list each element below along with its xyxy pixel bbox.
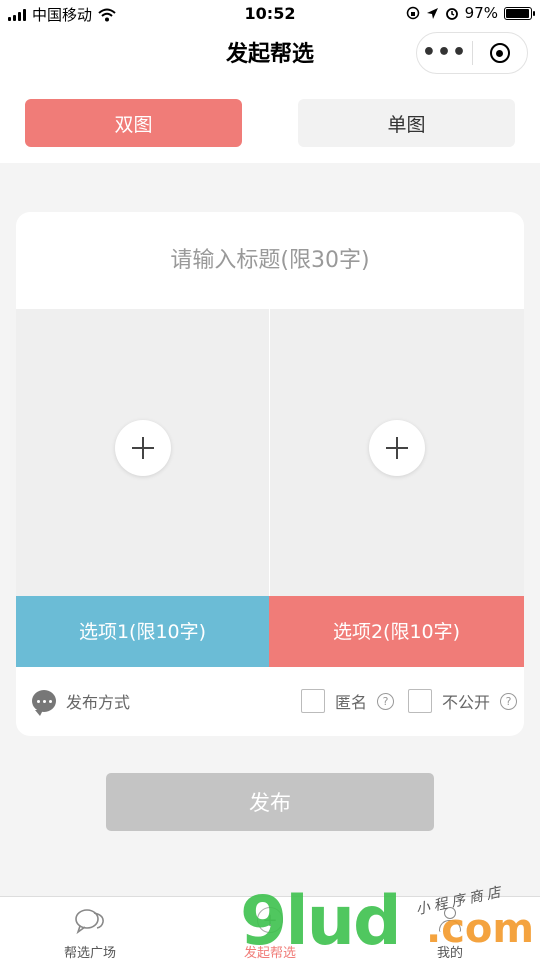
status-bar: 中国移动 10:52 97%: [0, 0, 540, 28]
add-image-right-button[interactable]: [369, 420, 425, 476]
title-input[interactable]: [16, 212, 524, 309]
publish-method-button[interactable]: 发布方式: [32, 689, 131, 716]
private-label: 不公开: [442, 693, 491, 712]
plus-icon: [386, 437, 408, 459]
tab-plaza[interactable]: 帮选广场: [0, 897, 180, 960]
chat-bubbles-icon: [74, 907, 106, 935]
publish-method-label: 发布方式: [66, 693, 131, 712]
help-icon[interactable]: ?: [500, 692, 518, 710]
anonymous-label: 匿名: [335, 693, 368, 712]
tab-bar: 帮选广场 + 发起帮选 我的: [0, 896, 540, 960]
more-icon[interactable]: •••: [417, 32, 472, 74]
chat-bubble-icon: [32, 690, 56, 716]
tab-double-image[interactable]: 双图: [25, 99, 242, 147]
tab-label: 发起帮选: [243, 946, 296, 960]
plus-icon: [132, 437, 154, 459]
option1-input[interactable]: [16, 596, 269, 667]
option2-input[interactable]: [269, 596, 524, 667]
target-icon: [489, 43, 510, 63]
settings-row: 发布方式 匿名 ? 不公开 ?: [16, 667, 524, 736]
location-icon: [426, 7, 438, 19]
person-icon: [434, 907, 466, 935]
tab-label: 我的: [436, 946, 463, 960]
battery-icon: [504, 6, 535, 20]
private-checkbox[interactable]: [408, 689, 432, 713]
anonymous-option[interactable]: 匿名 ?: [301, 689, 395, 713]
anonymous-checkbox[interactable]: [301, 689, 325, 713]
orientation-lock-icon: [406, 6, 419, 20]
battery-percent: 97%: [464, 4, 498, 22]
tab-single-image[interactable]: 单图: [298, 99, 515, 147]
publish-button[interactable]: 发布: [106, 773, 434, 831]
status-right: 97%: [406, 4, 535, 22]
battery-fill: [506, 8, 530, 18]
tab-label: 帮选广场: [63, 946, 116, 960]
private-option[interactable]: 不公开 ?: [408, 689, 518, 713]
top-area: 中国移动 10:52 97% 发起帮选 ••• 双图 单图: [0, 0, 540, 163]
close-mini-program-button[interactable]: [473, 43, 527, 63]
mini-program-capsule: •••: [416, 32, 528, 74]
add-circle-icon: +: [254, 907, 286, 935]
alarm-icon: [445, 8, 458, 20]
image-slot-left[interactable]: [16, 309, 269, 596]
image-slot-right[interactable]: [270, 309, 524, 596]
help-icon[interactable]: ?: [377, 692, 395, 710]
tab-create-poll[interactable]: + 发起帮选: [180, 897, 360, 960]
tab-mine[interactable]: 我的: [360, 897, 540, 960]
poll-card: 发布方式 匿名 ? 不公开 ?: [16, 212, 524, 736]
add-image-left-button[interactable]: [115, 420, 171, 476]
